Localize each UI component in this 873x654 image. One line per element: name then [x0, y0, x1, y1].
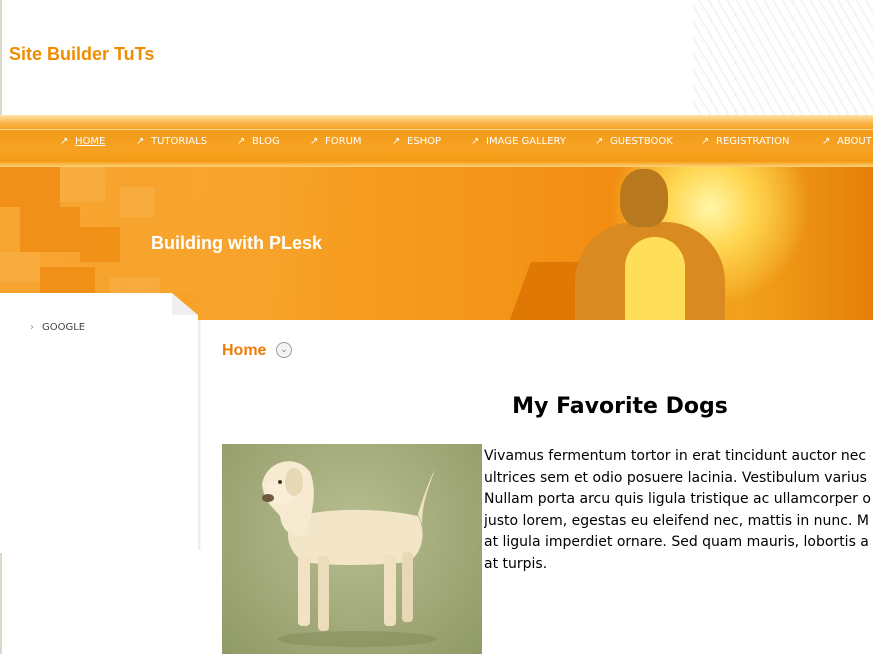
sidebar-corner-fold	[172, 293, 198, 315]
main-navigation: ↗ HOME ↗ TUTORIALS ↗ BLOG ↗ FORUM ↗ ESHOP ↗ IM…	[0, 115, 873, 167]
nav-item-about[interactable]: ↗ ABOUT	[822, 136, 872, 150]
paragraph-line: at ligula imperdiet ornare. Sed quam mau…	[484, 534, 869, 550]
banner-tile	[0, 167, 60, 207]
nav-item-label: BLOG	[252, 136, 280, 147]
sidebar-item-google[interactable]: › GOOGLE	[30, 322, 85, 333]
paragraph-line: ultrices sem et odio posuere lacinia. Ve…	[484, 469, 867, 486]
nav-item-label: ESHOP	[407, 136, 442, 147]
banner-tile	[20, 207, 80, 252]
nav-item-tutorials[interactable]: ↗ TUTORIALS	[136, 136, 207, 150]
paragraph-line: Vivamus fermentum tortor in erat tincidu…	[484, 448, 867, 464]
nav-item-blog[interactable]: ↗ BLOG	[237, 136, 280, 150]
paragraph-line: at turpis.	[484, 555, 548, 572]
banner-title: Building with PLesk	[151, 233, 323, 253]
north-east-arrow-icon: ↗	[237, 136, 246, 147]
north-east-arrow-icon: ↗	[822, 136, 831, 147]
article-body: Vivamus fermentum tortor in erat tincidu…	[484, 446, 873, 575]
breadcrumb-home-link[interactable]: Home	[222, 342, 266, 360]
nav-item-label: FORUM	[325, 136, 362, 147]
banner-tile	[120, 187, 155, 217]
nav-item-forum[interactable]: ↗ FORUM	[310, 136, 362, 150]
nav-item-label: ABOUT	[837, 136, 872, 147]
site-title[interactable]: Site Builder TuTs	[9, 44, 154, 65]
north-east-arrow-icon: ↗	[60, 136, 69, 147]
header-decoration	[693, 0, 873, 115]
north-east-arrow-icon: ↗	[701, 136, 710, 147]
nav-highlight-stripe	[0, 129, 873, 130]
nav-item-image-gallery[interactable]: ↗ IMAGE GALLERY	[471, 136, 566, 150]
page-title: My Favorite Dogs	[512, 394, 728, 419]
nav-item-label: TUTORIALS	[151, 136, 208, 147]
nav-item-eshop[interactable]: ↗ ESHOP	[392, 136, 441, 150]
nav-item-guestbook[interactable]: ↗ GUESTBOOK	[595, 136, 673, 150]
north-east-arrow-icon: ↗	[392, 136, 401, 147]
north-east-arrow-icon: ↗	[136, 136, 145, 147]
chevron-right-icon: ›	[30, 322, 34, 333]
dog-illustration	[262, 461, 437, 647]
banner-tile	[60, 167, 105, 202]
banner-tile	[80, 227, 120, 262]
banner-person-head	[620, 169, 668, 227]
paragraph-line: justo lorem, egestas eu eleifend nec, ma…	[484, 512, 869, 529]
chevron-down-icon[interactable]: ⌄	[276, 342, 292, 358]
dog-photo	[222, 444, 482, 654]
nav-item-registration[interactable]: ↗ REGISTRATION	[701, 136, 789, 150]
paragraph-line: Nullam porta arcu quis ligula tristique …	[484, 491, 871, 507]
north-east-arrow-icon: ↗	[310, 136, 319, 147]
sidebar-shadow	[198, 320, 202, 550]
nav-item-home[interactable]: ↗ HOME	[60, 136, 105, 150]
nav-item-label: GUESTBOOK	[610, 136, 673, 147]
nav-item-label: REGISTRATION	[716, 136, 790, 147]
banner-tile	[0, 252, 40, 282]
sidebar-item-label: GOOGLE	[42, 322, 86, 333]
banner-person-shirt	[625, 237, 685, 320]
nav-item-label: HOME	[75, 136, 106, 147]
north-east-arrow-icon: ↗	[471, 136, 480, 147]
north-east-arrow-icon: ↗	[595, 136, 604, 147]
nav-item-label: IMAGE GALLERY	[486, 136, 566, 147]
